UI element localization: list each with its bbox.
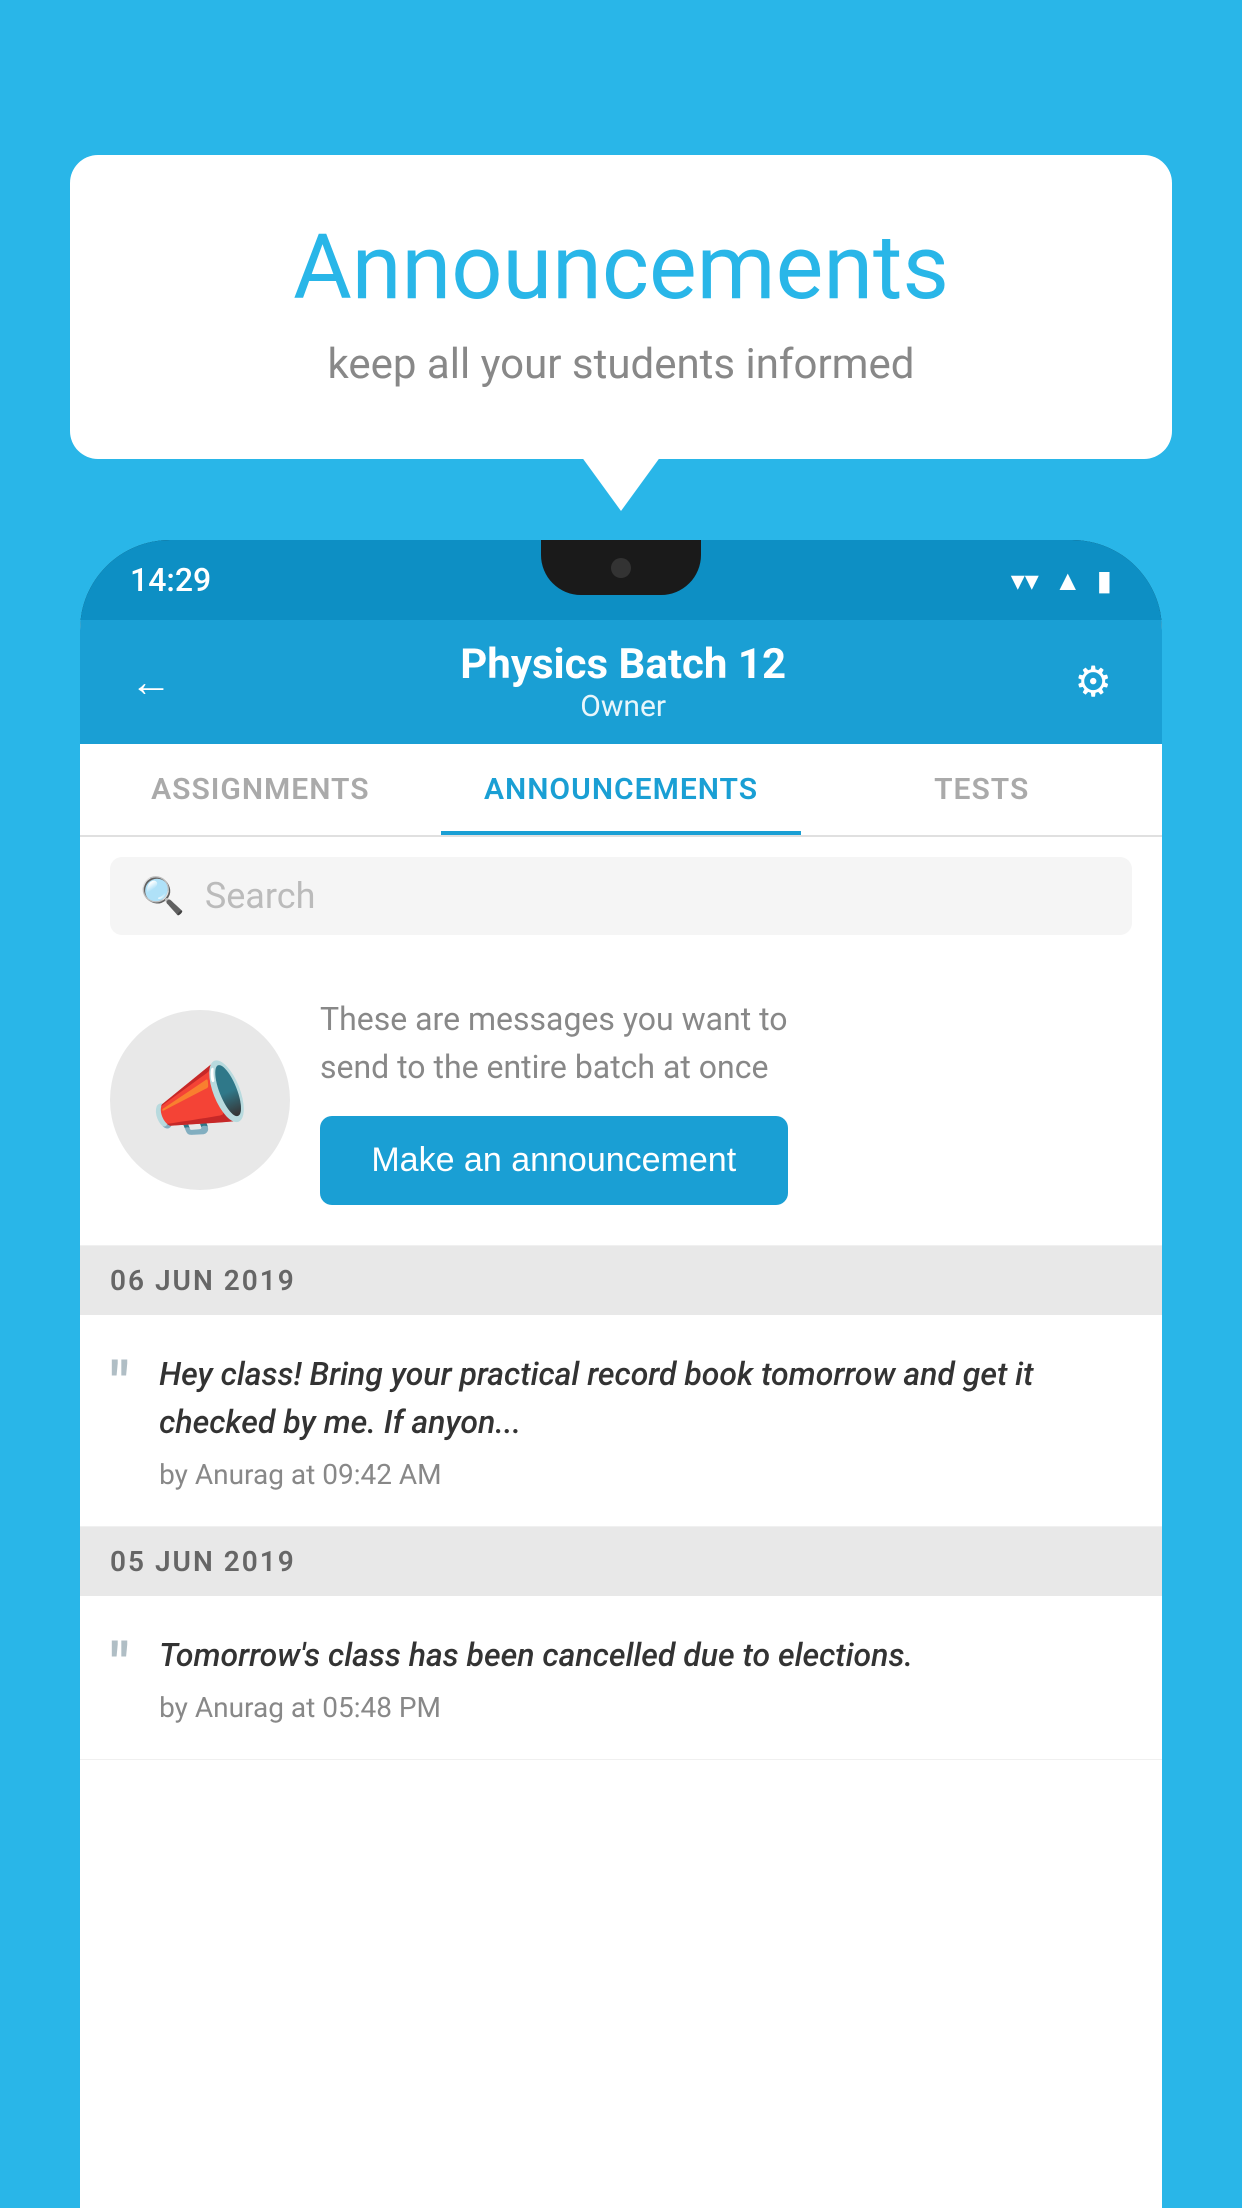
announcement-meta-2: by Anurag at 05:48 PM: [159, 1691, 1132, 1724]
announcement-meta-1: by Anurag at 09:42 AM: [159, 1458, 1132, 1491]
back-button[interactable]: ←: [130, 658, 172, 707]
status-time: 14:29: [130, 561, 211, 599]
announcement-prompt: 📣 These are messages you want to send to…: [80, 955, 1162, 1246]
wifi-icon: ▾▾: [1011, 564, 1039, 597]
announcement-content-2: Tomorrow's class has been cancelled due …: [159, 1631, 1132, 1724]
phone-frame: 14:29 ▾▾ ▲ ▮ ← Physics Batch 12 Owner ⚙ …: [80, 540, 1162, 2208]
announcement-item-2[interactable]: " Tomorrow's class has been cancelled du…: [80, 1596, 1162, 1760]
app-header: ← Physics Batch 12 Owner ⚙: [80, 620, 1162, 744]
tab-announcements[interactable]: ANNOUNCEMENTS: [441, 744, 802, 835]
make-announcement-button[interactable]: Make an announcement: [320, 1116, 788, 1205]
tab-assignments[interactable]: ASSIGNMENTS: [80, 744, 441, 835]
status-bar: 14:29 ▾▾ ▲ ▮: [80, 540, 1162, 620]
bubble-title: Announcements: [150, 215, 1092, 320]
announcement-content-1: Hey class! Bring your practical record b…: [159, 1350, 1132, 1491]
date-separator-2: 05 JUN 2019: [80, 1527, 1162, 1596]
announcement-text-1: Hey class! Bring your practical record b…: [159, 1350, 1132, 1446]
header-center: Physics Batch 12 Owner: [460, 640, 786, 724]
speech-bubble-section: Announcements keep all your students inf…: [70, 155, 1172, 459]
tab-tests[interactable]: TESTS: [801, 744, 1162, 835]
bubble-subtitle: keep all your students informed: [150, 340, 1092, 389]
phone-content: ← Physics Batch 12 Owner ⚙ ASSIGNMENTS A…: [80, 620, 1162, 2208]
quote-icon-2: ": [110, 1636, 129, 1696]
speech-bubble: Announcements keep all your students inf…: [70, 155, 1172, 459]
tabs-bar: ASSIGNMENTS ANNOUNCEMENTS TESTS: [80, 744, 1162, 837]
search-icon: 🔍: [140, 875, 185, 917]
signal-icon: ▲: [1054, 564, 1082, 597]
search-placeholder: Search: [205, 875, 316, 917]
announcement-item-1[interactable]: " Hey class! Bring your practical record…: [80, 1315, 1162, 1527]
batch-role: Owner: [460, 689, 786, 724]
quote-icon-1: ": [110, 1355, 129, 1415]
date-separator-1: 06 JUN 2019: [80, 1246, 1162, 1315]
status-icons: ▾▾ ▲ ▮: [1011, 564, 1112, 597]
announcement-text-2: Tomorrow's class has been cancelled due …: [159, 1631, 1132, 1679]
megaphone-icon: 📣: [150, 1053, 250, 1147]
batch-title: Physics Batch 12: [460, 640, 786, 689]
prompt-text: These are messages you want to send to t…: [320, 995, 788, 1091]
camera: [611, 558, 631, 578]
search-container: 🔍 Search: [80, 837, 1162, 955]
prompt-right: These are messages you want to send to t…: [320, 995, 788, 1205]
battery-icon: ▮: [1097, 564, 1112, 597]
settings-button[interactable]: ⚙: [1074, 657, 1112, 707]
megaphone-circle: 📣: [110, 1010, 290, 1190]
notch: [541, 540, 701, 595]
search-bar[interactable]: 🔍 Search: [110, 857, 1132, 935]
